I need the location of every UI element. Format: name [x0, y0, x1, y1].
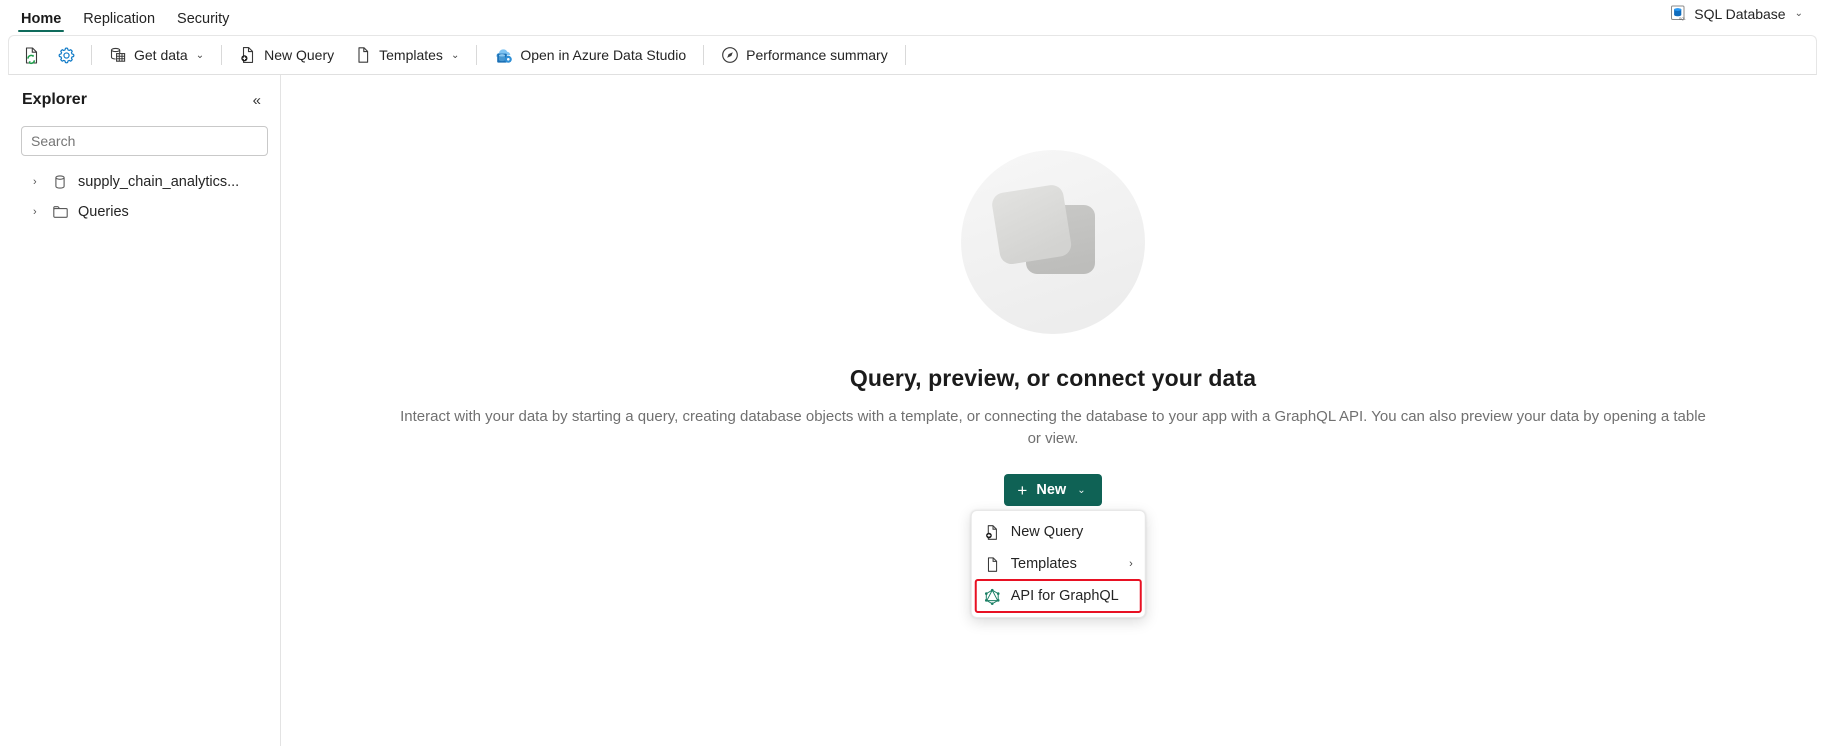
tree-item-database[interactable]: › supply_chain_analytics...	[8, 167, 280, 197]
svg-text:SQL: SQL	[1679, 17, 1686, 21]
data-cards-illustration	[958, 147, 1148, 337]
templates-label: Templates	[379, 47, 443, 63]
menu-item-new-query[interactable]: New Query	[976, 516, 1141, 548]
toolbar-divider-3	[476, 45, 478, 65]
page-title: Query, preview, or connect your data	[849, 365, 1257, 391]
main-canvas: Query, preview, or connect your data Int…	[281, 75, 1825, 746]
folder-icon	[52, 204, 69, 221]
explorer-panel: Explorer « › supply_chain_analytics... ›	[8, 75, 281, 746]
sql-database-badge[interactable]: SQL SQL Database ⌄	[1662, 2, 1811, 25]
tab-home[interactable]: Home	[10, 11, 72, 32]
new-dropdown-menu: New Query Templates › API for GraphQL	[970, 510, 1146, 618]
database-icon	[52, 174, 69, 191]
search-input[interactable]	[31, 133, 258, 149]
chevron-down-icon: ⌄	[195, 49, 205, 61]
refresh-button[interactable]	[15, 40, 48, 70]
menu-item-new-query-label: New Query	[1010, 524, 1084, 540]
chevron-right-icon: ›	[1129, 558, 1133, 570]
chevron-right-icon[interactable]: ›	[33, 206, 43, 218]
performance-summary-button[interactable]: Performance summary	[712, 40, 897, 70]
azure-data-studio-label: Open in Azure Data Studio	[520, 47, 687, 63]
toolbar-divider-1	[91, 45, 92, 65]
templates-icon	[984, 556, 1001, 573]
chevron-down-icon: ⌄	[1077, 484, 1086, 496]
tab-replication-label: Replication	[83, 11, 156, 27]
toolbar-divider-4	[703, 45, 705, 65]
explorer-title: Explorer	[22, 91, 87, 108]
workspace: Explorer « › supply_chain_analytics... ›	[8, 75, 1825, 746]
get-data-icon	[109, 46, 127, 64]
get-data-label: Get data	[134, 47, 188, 63]
chevron-right-icon[interactable]: ›	[33, 176, 43, 188]
collapse-panel-icon[interactable]: «	[250, 91, 264, 110]
explorer-search-box[interactable]	[21, 126, 268, 156]
tab-replication[interactable]: Replication	[72, 11, 166, 32]
sql-database-label: SQL Database	[1694, 5, 1786, 22]
graphql-icon	[984, 588, 1001, 605]
command-bar: Get data ⌄ New Query Templates ⌄ Open in…	[8, 35, 1817, 75]
new-query-icon	[984, 524, 1001, 541]
chevron-down-icon: ⌄	[1794, 8, 1803, 19]
plus-icon: +	[1017, 480, 1028, 500]
templates-icon	[354, 46, 372, 64]
new-query-button[interactable]: New Query	[230, 40, 343, 70]
new-action-area: + New ⌄ New Query Templates › API for Gr…	[970, 474, 1146, 618]
tree-item-database-label: supply_chain_analytics...	[78, 174, 240, 190]
page-description: Interact with your data by starting a qu…	[400, 408, 1706, 447]
gear-icon	[57, 46, 76, 65]
performance-icon	[721, 46, 739, 64]
templates-button[interactable]: Templates ⌄	[345, 40, 468, 70]
ribbon-tab-bar: Home Replication Security SQL SQL Databa…	[0, 0, 1825, 32]
menu-item-api-for-graphql[interactable]: API for GraphQL	[974, 579, 1142, 613]
sql-database-icon: SQL	[1670, 5, 1687, 22]
tree-item-queries-label: Queries	[78, 204, 129, 220]
new-query-label: New Query	[264, 47, 335, 63]
new-button[interactable]: + New ⌄	[1004, 474, 1102, 506]
settings-button[interactable]	[50, 40, 83, 70]
chevron-down-icon: ⌄	[450, 49, 460, 61]
menu-item-api-for-graphql-label: API for GraphQL	[1010, 588, 1119, 604]
open-in-azure-data-studio-button[interactable]: Open in Azure Data Studio	[485, 40, 695, 70]
tab-home-label: Home	[21, 11, 62, 27]
azure-data-studio-icon	[494, 46, 513, 65]
menu-item-templates[interactable]: Templates ›	[976, 548, 1141, 580]
tree-item-queries[interactable]: › Queries	[8, 197, 280, 227]
performance-summary-label: Performance summary	[746, 47, 888, 63]
tab-security-label: Security	[177, 11, 230, 27]
get-data-button[interactable]: Get data ⌄	[100, 40, 213, 70]
tab-security[interactable]: Security	[166, 11, 240, 32]
refresh-document-icon	[22, 46, 41, 65]
new-query-icon	[239, 46, 257, 64]
menu-item-templates-label: Templates	[1010, 556, 1077, 572]
toolbar-divider-2	[221, 45, 223, 65]
explorer-tree: › supply_chain_analytics... › Queries	[8, 167, 280, 227]
explorer-header: Explorer «	[8, 87, 280, 113]
toolbar-divider-5	[904, 45, 906, 65]
new-button-label: New	[1036, 482, 1067, 498]
